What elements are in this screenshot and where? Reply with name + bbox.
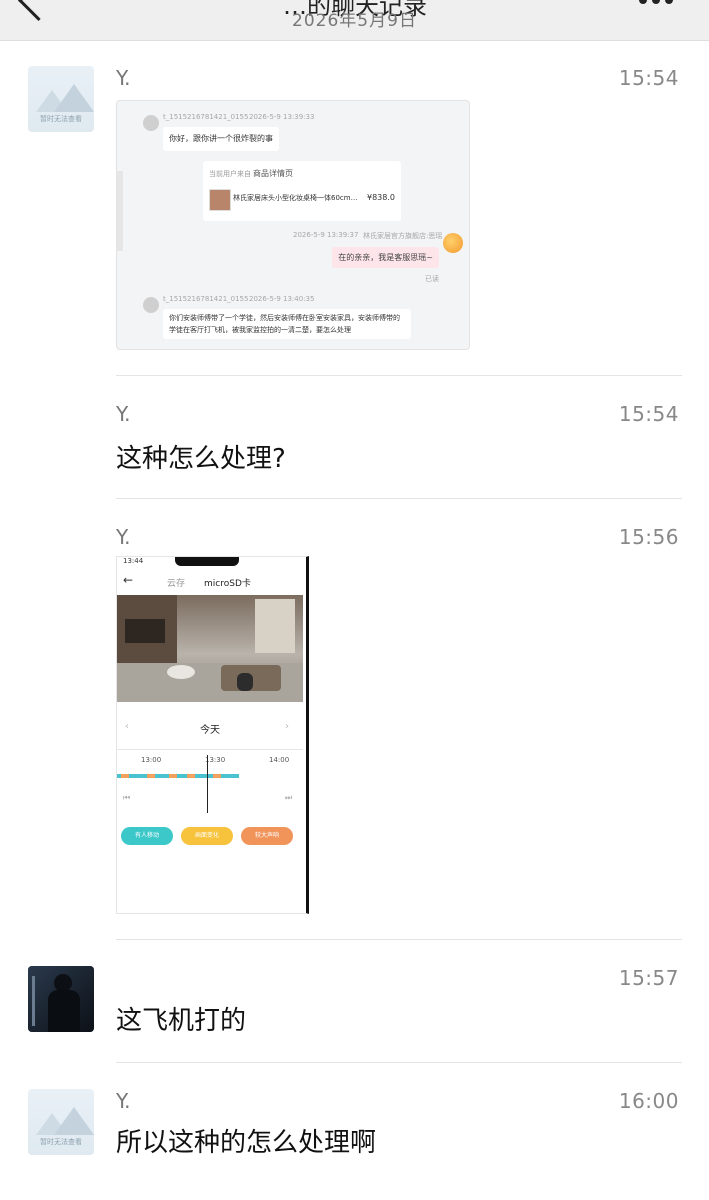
customer-id-2: t_1515216781421_0155 [163, 295, 249, 303]
skip-back-icon: ⏮ [123, 793, 131, 802]
surveillance-video-frame [117, 595, 303, 702]
read-status: 已读 [425, 275, 439, 283]
chat-history-header: …的聊天记录 2026年5月9日 [0, 0, 709, 41]
customer-avatar-2 [143, 297, 159, 313]
person-moving-button: 有人移动 [121, 827, 173, 845]
message-text[interactable]: 这种怎么处理? [116, 438, 286, 475]
arrow-left-icon: ← [123, 573, 134, 587]
product-card: 当前用户来自 商品详情页 林氏家居床头小型化妆桌椅一体60cm… ¥838.0 [203, 161, 401, 221]
card-source: 当前用户来自 [209, 170, 251, 178]
message-divider [116, 939, 682, 940]
message-time: 15:54 [618, 66, 679, 90]
message-divider [116, 1062, 682, 1063]
customer-id: t_1515216781421_0155 [163, 113, 249, 121]
message-time: 15:56 [618, 525, 679, 549]
timeline-tick: 14:00 [269, 756, 290, 764]
tab-microsd: microSD卡 [204, 579, 251, 589]
more-dots-icon[interactable] [639, 0, 679, 6]
card-title: 商品详情页 [253, 169, 293, 178]
phone-status-time: 13:44 [123, 557, 144, 565]
avatar[interactable]: 暂时无法查看 [28, 66, 94, 132]
avatar-placeholder-text: 暂时无法查看 [40, 115, 82, 123]
day-label: 今天 [200, 725, 220, 736]
message-divider [116, 375, 682, 376]
timeline-axis [117, 749, 303, 750]
sender-name: Y. [116, 66, 131, 90]
camera-app-screenshot[interactable]: 13:44 ← 云存 microSD卡 ‹ 今天 › 13:00 13:30 1… [116, 556, 309, 914]
product-price: ¥838.0 [367, 193, 395, 202]
shop-chat-bubble: 在的亲亲，我是客服思瑶~ [332, 247, 439, 268]
loud-sound-button: 较大声响 [241, 827, 293, 845]
customer-avatar [143, 115, 159, 131]
header-date: 2026年5月9日 [292, 11, 417, 31]
product-thumbnail [209, 189, 231, 211]
message-time: 15:54 [618, 402, 679, 426]
sender-name: Y. [116, 402, 131, 426]
next-day-icon: › [285, 721, 289, 732]
timeline-cursor [207, 755, 208, 813]
scene-change-button: 画面变化 [181, 827, 233, 845]
chat-screenshot-image[interactable]: t_1515216781421_0155 2026-5-9 13:39:33 你… [116, 100, 470, 350]
timeline-tick: 13:30 [205, 756, 226, 764]
message-timestamp-2: 2026-5-9 13:40:35 [249, 295, 315, 303]
avatar[interactable]: 暂时无法查看 [28, 1089, 94, 1155]
message-time: 15:57 [618, 966, 679, 990]
recording-track [117, 774, 239, 778]
timeline-tick: 13:00 [141, 756, 162, 764]
tab-cloud-storage: 云存 [167, 579, 186, 589]
sender-name: Y. [116, 1089, 131, 1113]
phone-notch [175, 557, 239, 566]
message-divider [116, 498, 682, 499]
shop-timestamp: 2026-5-9 13:39:37 [293, 231, 359, 239]
skip-forward-icon: ⏭ [285, 793, 293, 802]
chat-bubble: 你好，跟你讲一个很炸裂的事 [163, 127, 279, 151]
screenshot-edge [117, 171, 123, 251]
message-time: 16:00 [618, 1089, 679, 1113]
avatar-placeholder-text: 暂时无法查看 [40, 1138, 82, 1146]
avatar[interactable] [28, 966, 94, 1032]
shop-agent-name: 林氏家居官方旗舰店:思瑶 [363, 232, 443, 240]
chat-bubble-2: 你们安装师傅带了一个学徒，然后安装师傅在卧室安装家具，安装师傅带的学徒在客厅打飞… [163, 309, 411, 339]
message-timestamp: 2026-5-9 13:39:33 [249, 113, 315, 121]
message-text[interactable]: 所以这种的怎么处理啊 [116, 1122, 376, 1159]
sender-name: Y. [116, 525, 131, 549]
product-name: 林氏家居床头小型化妆桌椅一体60cm… [233, 194, 358, 202]
shop-avatar [443, 233, 463, 253]
message-text[interactable]: 这飞机打的 [116, 1000, 246, 1037]
